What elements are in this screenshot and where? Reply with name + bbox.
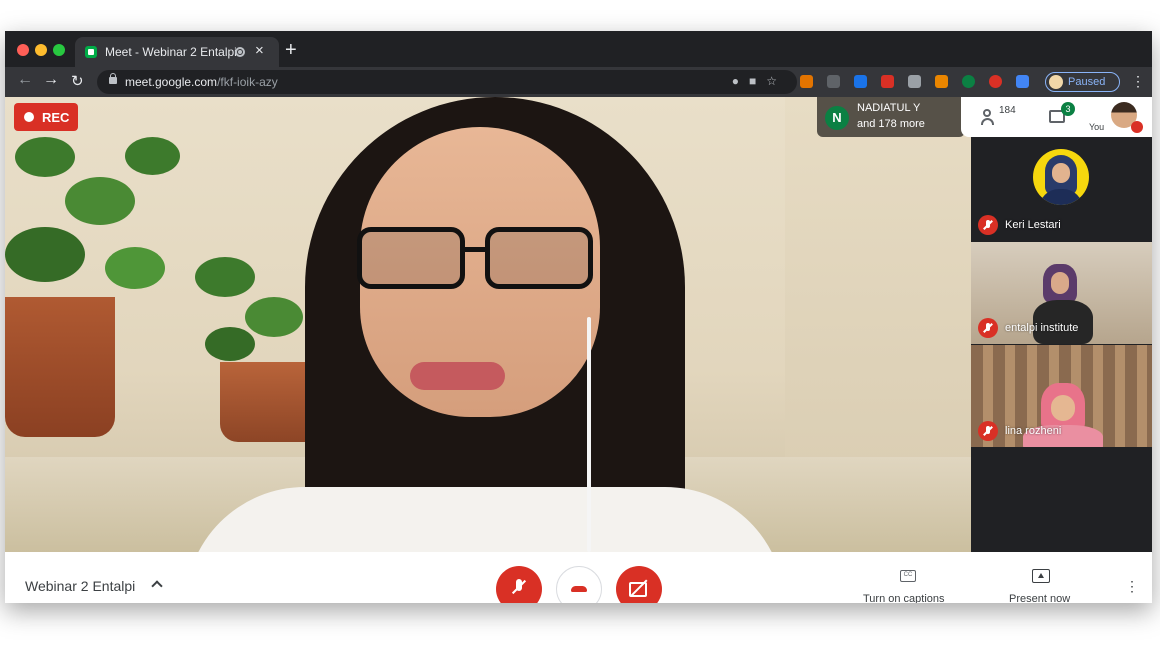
plant-pot <box>5 297 115 437</box>
present-button-label[interactable]: Present now <box>1009 593 1070 603</box>
speaker-more: and 178 more <box>857 118 925 130</box>
address-bar[interactable]: meet.google.com/fkf-ioik-azy ●■☆ <box>97 70 797 94</box>
glasses <box>357 227 602 289</box>
leave-call-button[interactable] <box>556 566 602 603</box>
browser-menu-button[interactable]: ⋮ <box>1131 73 1145 90</box>
browser-toolbar: ← → ↻ meet.google.com/fkf-ioik-azy ●■☆ P… <box>5 67 1152 97</box>
reload-button[interactable]: ↻ <box>71 72 84 90</box>
participant-tile[interactable]: Keri Lestari <box>971 139 1152 241</box>
participant-tile[interactable]: entalpi institute <box>971 242 1152 344</box>
captions-icon[interactable]: CC <box>900 570 916 582</box>
browser-window: Meet - Webinar 2 Entalpi × + ← → ↻ meet.… <box>5 31 1152 603</box>
extension-icon[interactable] <box>854 75 867 88</box>
people-count: 184 <box>999 105 1016 116</box>
extension-icon[interactable] <box>1016 75 1029 88</box>
meeting-controls-bar: Webinar 2 Entalpi CC Turn on captions Pr… <box>5 552 1152 603</box>
captions-button-label[interactable]: Turn on captions <box>863 593 945 603</box>
self-label: You <box>1089 122 1105 132</box>
profile-status: Paused <box>1068 76 1106 88</box>
meet-favicon-icon <box>85 46 97 58</box>
forward-button[interactable]: → <box>43 71 59 89</box>
speaker-shirt <box>185 487 785 552</box>
profile-button[interactable]: Paused <box>1045 72 1120 92</box>
meet-content: REC N NADIATUL Y and 178 more 184 3 You <box>5 97 1152 603</box>
profile-avatar <box>1049 75 1063 89</box>
recording-badge: REC <box>14 103 78 131</box>
extension-icon[interactable] <box>989 75 1002 88</box>
extension-icon[interactable] <box>935 75 948 88</box>
close-window-button[interactable] <box>17 44 29 56</box>
extension-icon[interactable] <box>908 75 921 88</box>
main-video: REC N NADIATUL Y and 178 more <box>5 97 971 552</box>
bookmark-star-icon[interactable]: ☆ <box>766 74 787 88</box>
extension-icon[interactable] <box>962 75 975 88</box>
speaker-avatar: N <box>825 106 849 130</box>
extension-icon[interactable] <box>800 75 813 88</box>
site-settings-icon[interactable]: ● <box>732 74 749 88</box>
back-button[interactable]: ← <box>17 71 33 89</box>
mic-off-icon <box>978 421 998 441</box>
tab-meet[interactable]: Meet - Webinar 2 Entalpi × <box>75 37 279 67</box>
omnibox-actions: ●■☆ <box>732 74 787 88</box>
new-tab-button[interactable]: + <box>285 39 297 62</box>
participant-tile[interactable]: lina rozheni <box>971 345 1152 447</box>
speaker-name: NADIATUL Y <box>857 102 921 114</box>
url-text[interactable]: meet.google.com/fkf-ioik-azy <box>125 75 278 89</box>
minimize-window-button[interactable] <box>35 44 47 56</box>
microphone-toggle-button[interactable] <box>496 566 542 603</box>
self-muted-icon <box>1131 121 1143 133</box>
participant-avatar <box>1033 149 1089 205</box>
participant-name: lina rozheni <box>1005 425 1062 437</box>
participant-name: Keri Lestari <box>1005 219 1061 231</box>
camera-in-use-icon[interactable]: ■ <box>749 74 766 88</box>
people-icon[interactable] <box>981 109 999 125</box>
maximize-window-button[interactable] <box>53 44 65 56</box>
tab-close-button[interactable]: × <box>255 42 264 59</box>
present-screen-icon[interactable] <box>1032 569 1050 583</box>
record-dot-icon <box>24 112 34 122</box>
camera-toggle-button[interactable] <box>616 566 662 603</box>
mic-off-icon <box>978 215 998 235</box>
extension-icon[interactable] <box>827 75 840 88</box>
active-speaker-chip[interactable]: N NADIATUL Y and 178 more <box>817 97 965 137</box>
mic-off-icon <box>978 318 998 338</box>
participant-name: entalpi institute <box>1005 322 1079 334</box>
tab-title: Meet - Webinar 2 Entalpi <box>105 45 237 59</box>
meeting-title[interactable]: Webinar 2 Entalpi <box>25 578 135 594</box>
lock-icon <box>109 73 117 84</box>
tab-strip: Meet - Webinar 2 Entalpi × + <box>5 31 1152 67</box>
chevron-up-icon[interactable] <box>151 580 163 592</box>
meeting-top-bar: 184 3 You <box>961 97 1152 137</box>
extension-icon[interactable] <box>881 75 894 88</box>
chat-unread-badge: 3 <box>1061 102 1075 116</box>
recording-indicator-icon <box>235 47 245 57</box>
earphone-cable <box>587 317 591 552</box>
more-options-button[interactable]: ⋮ <box>1125 578 1139 595</box>
rec-label: REC <box>42 110 70 125</box>
